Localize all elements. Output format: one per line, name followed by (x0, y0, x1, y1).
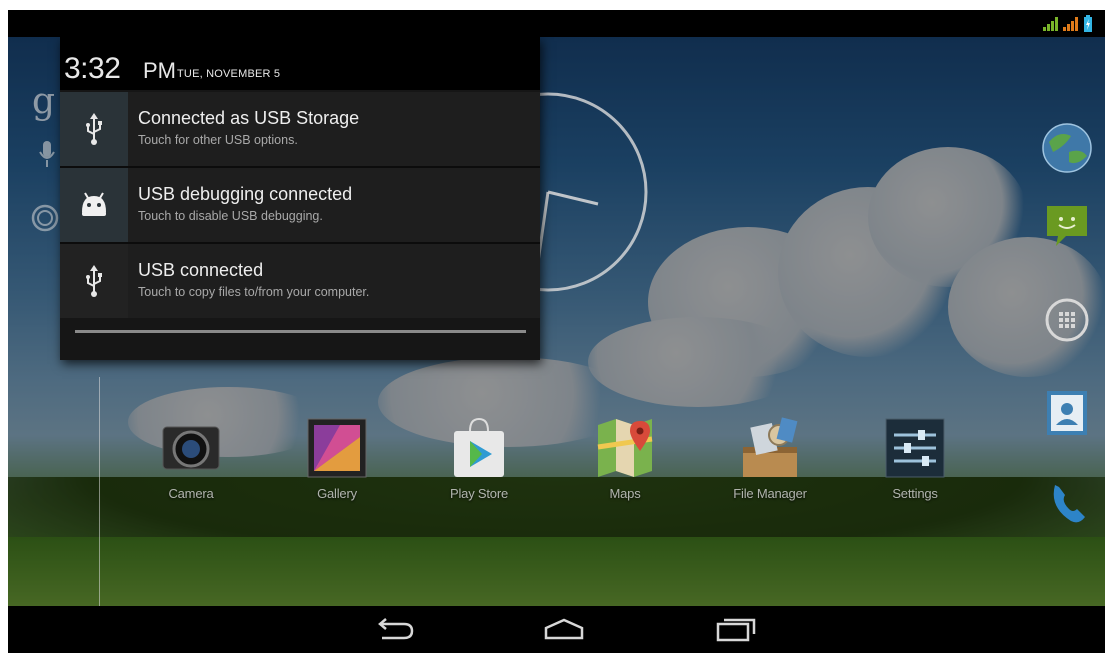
back-icon[interactable] (366, 614, 426, 646)
refresh-icon (31, 204, 59, 232)
notification-usb-debugging[interactable]: USB debugging connected Touch to disable… (60, 168, 540, 242)
google-search-icon[interactable]: g (32, 81, 62, 122)
notification-usb-storage[interactable]: Connected as USB Storage Touch for other… (60, 92, 540, 166)
android-tablet-screen: g Camera Gallery Play Store Maps File Ma… (8, 10, 1105, 653)
notification-title: Connected as USB Storage (138, 108, 360, 128)
recent-apps-icon[interactable] (704, 614, 764, 646)
settings-icon (885, 418, 945, 478)
android-debug-icon (82, 192, 106, 216)
app-label: Play Store (450, 486, 508, 501)
app-label: File Manager (733, 486, 807, 501)
app-play-store[interactable]: Play Store (424, 407, 534, 507)
clock-time: 3:32 (64, 52, 121, 85)
play-store-icon (454, 417, 504, 477)
messaging-icon[interactable] (1044, 202, 1090, 250)
app-file-manager[interactable]: File Manager (715, 407, 825, 507)
app-label: Maps (609, 486, 641, 501)
clock-date: TUE, NOVEMBER 5 (177, 68, 281, 80)
notification-title: USB connected (138, 260, 264, 280)
signal-bars-icon (1043, 17, 1058, 31)
mic-icon[interactable] (38, 140, 56, 168)
contacts-icon[interactable] (1045, 387, 1089, 439)
shade-drag-handle[interactable] (75, 330, 526, 333)
gallery-icon (307, 418, 367, 478)
app-label: Settings (892, 486, 938, 501)
browser-globe-icon[interactable] (1041, 122, 1093, 174)
camera-icon (162, 426, 220, 470)
page-indicator-line (99, 377, 100, 606)
app-maps[interactable]: Maps (570, 407, 680, 507)
app-label: Camera (168, 486, 214, 501)
app-gallery[interactable]: Gallery (282, 407, 392, 507)
app-label: Gallery (317, 486, 357, 501)
notification-shade[interactable]: 3:32 PM TUE, NOVEMBER 5 Connected as USB… (60, 37, 540, 360)
maps-icon (597, 419, 653, 477)
notification-subtitle: Touch for other USB options. (138, 133, 298, 147)
clock-ampm: PM (143, 58, 176, 83)
status-bar[interactable] (8, 10, 1105, 37)
notification-icon-box (60, 168, 128, 242)
app-camera[interactable]: Camera (136, 407, 246, 507)
battery-charging-icon (1084, 15, 1092, 32)
signal-bars-icon (1063, 17, 1078, 31)
file-manager-icon (743, 417, 798, 477)
phone-icon[interactable] (1045, 477, 1095, 527)
usb-icon (86, 113, 102, 145)
home-icon[interactable] (534, 614, 594, 646)
usb-icon (86, 265, 102, 297)
app-drawer-icon[interactable] (1044, 297, 1090, 343)
navigation-bar (8, 606, 1105, 653)
notification-icon-box (60, 92, 128, 166)
notification-subtitle: Touch to disable USB debugging. (138, 209, 323, 223)
notification-title: USB debugging connected (138, 184, 353, 204)
notification-subtitle: Touch to copy files to/from your compute… (138, 285, 370, 299)
notification-icon-box (60, 244, 128, 318)
notification-header[interactable]: 3:32 PM TUE, NOVEMBER 5 (60, 37, 540, 90)
app-settings[interactable]: Settings (860, 407, 970, 507)
notification-usb-connected[interactable]: USB connected Touch to copy files to/fro… (60, 244, 540, 318)
